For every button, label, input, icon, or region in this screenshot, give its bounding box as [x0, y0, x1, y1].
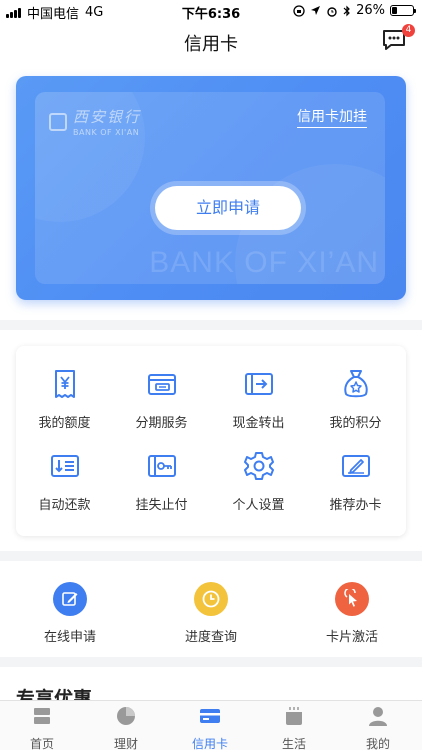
quick-action-label: 进度查询	[184, 630, 237, 645]
service-my-limit[interactable]: 我的额度	[16, 368, 113, 431]
service-recommend-card[interactable]: 推荐办卡	[307, 450, 404, 513]
home-icon	[34, 708, 50, 724]
rotation-lock-icon	[293, 4, 305, 17]
tab-label: 我的	[365, 737, 390, 750]
tab-label: 信用卡	[191, 737, 228, 750]
quick-action-label: 卡片激活	[325, 630, 378, 645]
service-points[interactable]: 我的积分	[307, 368, 404, 431]
card-watermark: BANK OF XI’AN	[149, 246, 379, 279]
cup-icon	[286, 707, 302, 725]
online-apply-round-button[interactable]	[53, 582, 87, 616]
clock-icon	[202, 590, 220, 608]
pie-chart-icon	[117, 707, 135, 725]
page-title: 信用卡	[184, 34, 238, 55]
service-installment[interactable]: 分期服务	[113, 368, 210, 431]
card-face: 西安银行 BANK OF XI'AN 信用卡加挂 立即申请 BANK OF XI…	[35, 92, 385, 284]
report-loss-icon	[147, 455, 176, 477]
points-bag-icon	[343, 370, 368, 398]
pencil-icon	[62, 592, 78, 606]
bank-logo-icon	[49, 112, 67, 131]
apply-now-button[interactable]: 立即申请	[155, 186, 301, 230]
service-label: 个人设置	[232, 498, 285, 513]
credit-card-icon	[200, 709, 220, 723]
cursor-click-icon	[344, 589, 357, 607]
gear-icon	[243, 452, 274, 480]
service-label: 挂失止付	[135, 498, 188, 513]
quick-card-activate[interactable]: 卡片激活	[282, 582, 422, 645]
bank-logo-name-en: BANK OF XI'AN	[73, 128, 140, 137]
bluetooth-icon	[343, 5, 350, 16]
cash-transfer-icon	[244, 373, 273, 395]
add-card-link[interactable]: 信用卡加挂	[297, 106, 367, 128]
service-report-loss[interactable]: 挂失止付	[113, 450, 210, 513]
tab-home[interactable]: 首页	[0, 705, 84, 750]
status-bar: 中国电信 4G 下午6:36 26%	[0, 0, 422, 22]
tab-bar: 首页 理财 信用卡 生活 我的	[0, 700, 422, 750]
location-icon	[311, 6, 321, 15]
tab-label: 理财	[113, 737, 138, 750]
service-label: 自动还款	[38, 498, 91, 513]
message-badge: 4	[402, 24, 415, 37]
tab-credit-card[interactable]: 信用卡	[168, 705, 252, 750]
tab-life[interactable]: 生活	[252, 705, 336, 750]
nav-bar: 信用卡 4	[0, 22, 422, 62]
service-auto-repay[interactable]: 自动还款	[16, 450, 113, 513]
section-divider	[0, 551, 422, 561]
battery-percent: 26%	[356, 3, 385, 18]
section-divider	[0, 657, 422, 667]
alarm-icon	[327, 6, 337, 17]
section-divider	[0, 320, 422, 330]
service-grid: 我的额度 分期服务 现金转出 我的积分 自动还款 挂失止付 个人设置 推荐办卡	[16, 346, 406, 536]
service-label: 我的额度	[38, 416, 91, 431]
exclusive-offers-title: 专享优惠	[16, 688, 93, 700]
battery-icon	[390, 5, 416, 16]
service-label: 分期服务	[135, 416, 188, 431]
auto-repay-icon	[50, 455, 79, 477]
service-label: 我的积分	[329, 416, 382, 431]
bank-logo: 西安银行 BANK OF XI'AN	[49, 106, 141, 137]
credit-card-banner: 西安银行 BANK OF XI'AN 信用卡加挂 立即申请 BANK OF XI…	[16, 76, 406, 300]
user-icon	[369, 707, 387, 726]
tab-label: 生活	[281, 737, 306, 750]
quick-online-apply[interactable]: 在线申请	[0, 582, 140, 645]
service-label: 现金转出	[232, 416, 285, 431]
service-settings[interactable]: 个人设置	[210, 450, 307, 513]
tab-wealth[interactable]: 理财	[84, 705, 168, 750]
service-cash-transfer[interactable]: 现金转出	[210, 368, 307, 431]
card-installment-icon	[147, 374, 176, 395]
message-button[interactable]: 4	[382, 24, 415, 53]
receipt-yen-icon	[54, 370, 75, 398]
quick-progress-query[interactable]: 进度查询	[141, 582, 281, 645]
card-activate-round-button[interactable]	[335, 582, 369, 616]
progress-query-round-button[interactable]	[194, 582, 228, 616]
quick-action-label: 在线申请	[43, 630, 96, 645]
recommend-card-icon	[341, 455, 370, 477]
service-label: 推荐办卡	[329, 498, 382, 513]
tab-label: 首页	[29, 737, 54, 750]
tab-mine[interactable]: 我的	[336, 705, 420, 750]
bank-logo-name: 西安银行	[73, 108, 142, 126]
